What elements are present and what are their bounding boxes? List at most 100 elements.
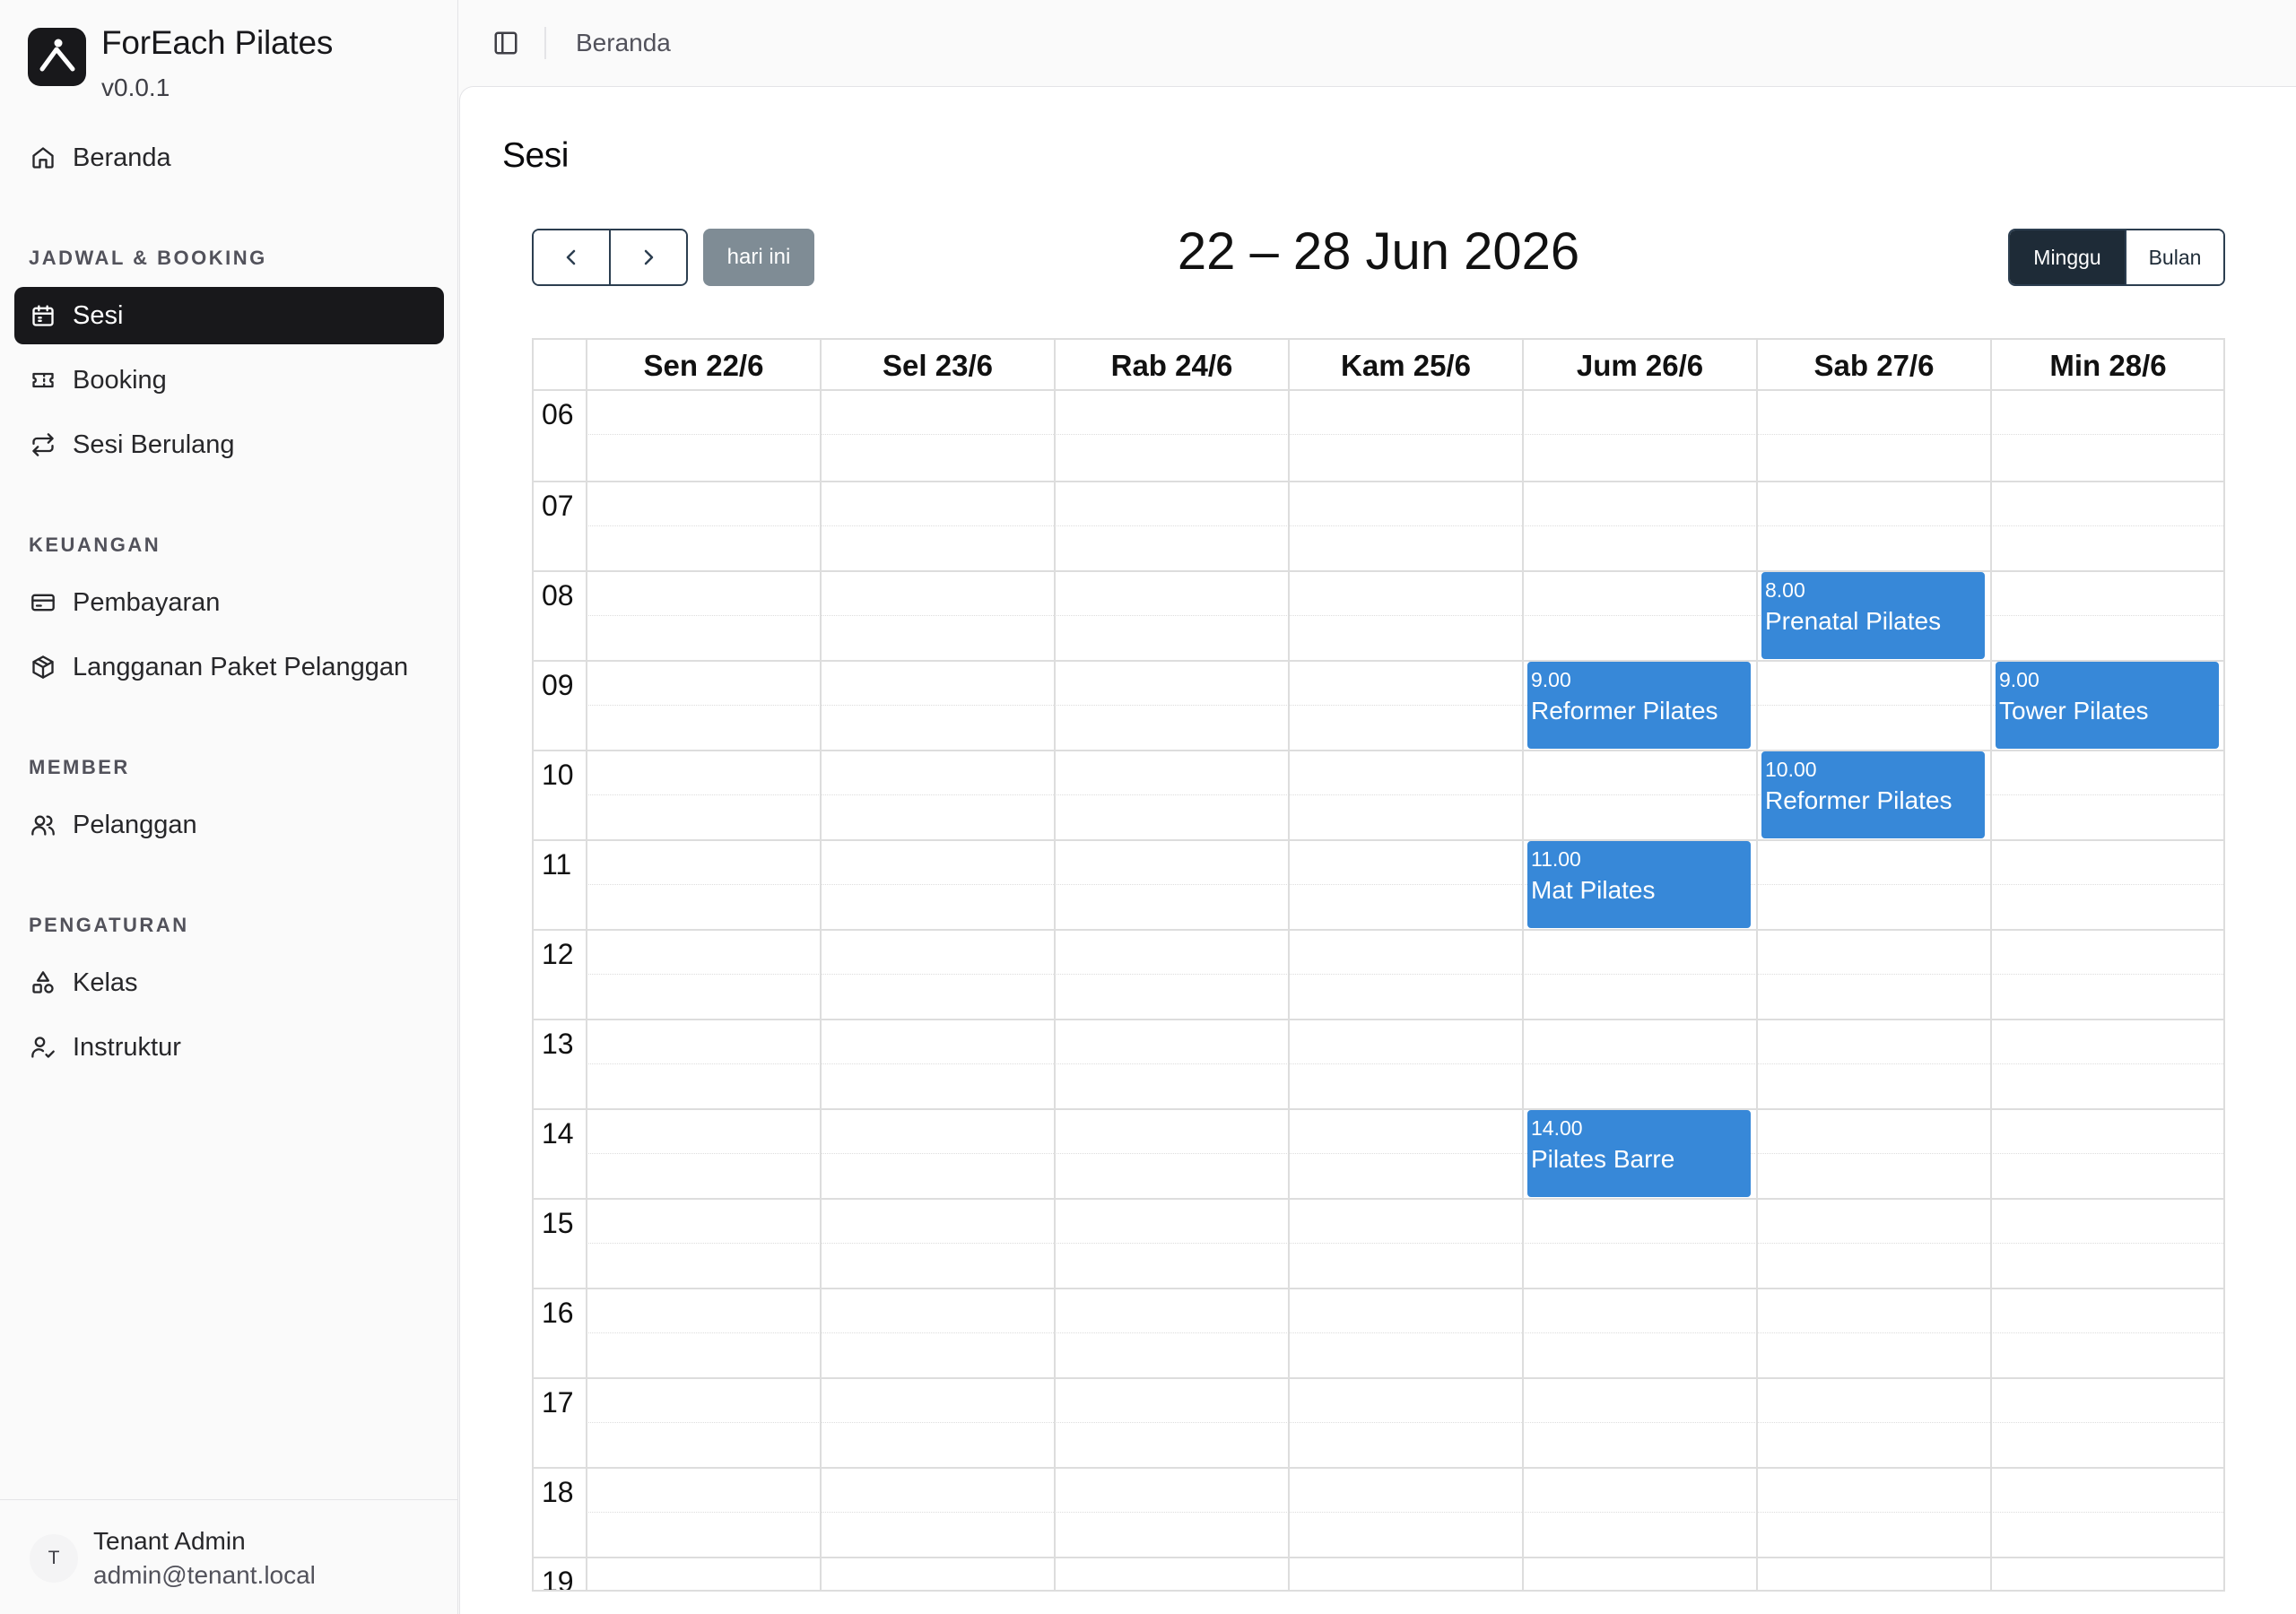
event-time: 9.00 [1999,668,2039,691]
hour-slot-row[interactable]: 18 [534,1467,2223,1557]
hour-slot-row[interactable]: 12 [534,929,2223,1019]
user-name: Tenant Admin [93,1527,246,1555]
prev-week-button[interactable] [534,230,609,284]
event-time: 9.00 [1531,668,1571,691]
view-month-button[interactable]: Bulan [2125,230,2223,284]
hour-slot-row[interactable]: 14 [534,1108,2223,1198]
hour-label: 12 [542,938,574,970]
hour-label: 17 [542,1386,574,1419]
sidebar-item-instruktur[interactable]: Instruktur [14,1019,444,1076]
day-column-divider [1288,391,1290,1590]
sidebar-item-label: Instruktur [73,1032,181,1062]
sidebar-item-label: Sesi Berulang [73,430,235,459]
sidebar-item-booking[interactable]: Booking [14,351,444,409]
sidebar-item-langganan-paket[interactable]: Langganan Paket Pelanggan [14,638,444,696]
half-hour-line [586,705,2223,706]
day-column-header: Sel 23/6 [820,340,1054,391]
hour-slot-row[interactable]: 11 [534,839,2223,929]
day-column-header: Sab 27/6 [1756,340,1990,391]
hour-slot-row[interactable]: 13 [534,1019,2223,1108]
half-hour-line [586,1512,2223,1513]
week-calendar: Sen 22/6 Sel 23/6 Rab 24/6 Kam 25/6 Jum 26/6… [532,338,2225,1592]
half-hour-line [586,434,2223,435]
hour-slot-row[interactable]: 16 [534,1288,2223,1377]
half-hour-line [586,525,2223,526]
sidebar-item-beranda[interactable]: Beranda [14,129,444,187]
avatar: T [30,1534,78,1583]
main-content: Sesi hari ini 22 – 28 Jun 2026 Minggu Bu… [459,86,2296,1614]
hour-slot-row[interactable]: 17 [534,1377,2223,1467]
section-label-pengaturan: PENGATURAN [29,914,189,936]
day-column-divider [586,391,587,1590]
hour-label: 07 [542,490,574,522]
session-event[interactable]: 14.00 Pilates Barre [1527,1110,1751,1197]
hour-slot-row[interactable]: 09 [534,660,2223,750]
hour-slot-row[interactable]: 06 [534,391,2223,481]
sidebar-item-label: Booking [73,365,167,395]
event-title: Pilates Barre [1531,1145,1675,1173]
half-hour-line [586,1422,2223,1423]
session-event[interactable]: 9.00 Tower Pilates [1996,662,2219,749]
day-column-divider [1522,391,1524,1590]
half-hour-line [586,884,2223,885]
hour-slot-row[interactable]: 15 [534,1198,2223,1288]
users-icon [30,811,57,838]
sidebar-item-kelas[interactable]: Kelas [14,954,444,1011]
sidebar-item-label: Langganan Paket Pelanggan [73,652,409,681]
view-week-button[interactable]: Minggu [2010,230,2125,284]
calendar-nav-group [532,229,688,286]
hour-slot-row[interactable]: 19 [534,1557,2223,1590]
breadcrumb[interactable]: Beranda [576,29,671,57]
hour-label: 08 [542,579,574,612]
sidebar-item-sesi-berulang[interactable]: Sesi Berulang [14,416,444,473]
hour-slot-row[interactable]: 07 [534,481,2223,570]
sidebar-toggle-button[interactable] [490,27,522,59]
event-title: Tower Pilates [1999,697,2149,725]
chevron-left-icon [566,249,576,265]
hour-label: 18 [542,1476,574,1508]
sidebar-item-pembayaran[interactable]: Pembayaran [14,574,444,631]
day-column-header: Min 28/6 [1990,340,2223,391]
user-check-icon [30,1034,57,1061]
next-week-button[interactable] [609,230,686,284]
hour-label: 13 [542,1028,574,1060]
session-event[interactable]: 8.00 Prenatal Pilates [1761,572,1985,659]
sidebar-item-label: Pembayaran [73,587,221,617]
section-label-member: MEMBER [29,756,130,778]
app-name: ForEach Pilates [101,24,334,61]
calendar-header: Sen 22/6 Sel 23/6 Rab 24/6 Kam 25/6 Jum 26/6… [534,340,2223,391]
hour-label: 14 [542,1117,574,1150]
event-time: 8.00 [1765,578,1805,602]
day-column-divider [1990,391,1992,1590]
brand[interactable]: ForEach Pilates v0.0.1 [28,26,333,100]
sidebar-item-pelanggan[interactable]: Pelanggan [14,796,444,854]
sidebar-item-label: Sesi [73,300,124,330]
sidebar-item-sesi[interactable]: Sesi [14,287,444,344]
view-switcher: Minggu Bulan [2008,229,2225,286]
sidebar-item-label: Kelas [73,968,138,997]
section-label-keuangan: KEUANGAN [29,534,161,556]
calendar-body: 06 07 08 09 10 11 12 13 14 15 16 17 18 19 8.00 Prenatal… [534,391,2223,1590]
shapes-icon [30,969,57,996]
session-event[interactable]: 11.00 Mat Pilates [1527,841,1751,928]
ticket-icon [30,367,57,394]
sidebar-item-label: Pelanggan [73,810,197,839]
app-version: v0.0.1 [101,74,170,101]
today-button[interactable]: hari ini [703,229,814,286]
hour-label: 16 [542,1297,574,1329]
event-title: Reformer Pilates [1765,786,1952,814]
day-column-header: Jum 26/6 [1522,340,1756,391]
event-title: Reformer Pilates [1531,697,1718,725]
day-column-divider [820,391,822,1590]
app-logo-icon [28,28,86,86]
event-title: Prenatal Pilates [1765,607,1942,635]
panel-left-icon [494,31,517,55]
session-event[interactable]: 9.00 Reformer Pilates [1527,662,1751,749]
chevron-right-icon [644,249,654,265]
hour-label: 11 [542,848,572,881]
day-column-divider [1054,391,1056,1590]
day-column-divider [1756,391,1758,1590]
session-event[interactable]: 10.00 Reformer Pilates [1761,751,1985,838]
sidebar: ForEach Pilates v0.0.1 Beranda JADWAL & … [0,0,458,1614]
user-menu[interactable]: T Tenant Admin admin@tenant.local [0,1499,458,1614]
